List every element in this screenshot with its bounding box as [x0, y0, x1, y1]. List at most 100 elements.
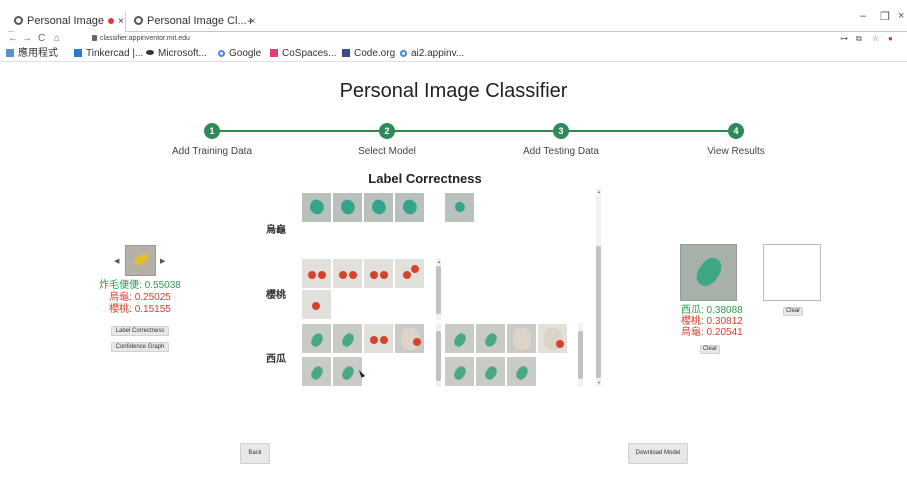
selected-test-image [680, 244, 737, 301]
apps-grid-icon [6, 49, 14, 57]
grid-image[interactable] [506, 356, 537, 387]
grid-image[interactable] [394, 258, 425, 289]
section-title: Label Correctness [368, 171, 482, 186]
back-nav-icon[interactable]: ← [8, 33, 18, 45]
key-icon[interactable]: ⊶ [840, 33, 848, 45]
bookmark-label: Microsoft... [158, 48, 207, 59]
step-3-label[interactable]: Add Testing Data [491, 146, 631, 157]
cherry-row-scrollbar[interactable] [436, 258, 441, 320]
grid-image[interactable] [394, 192, 425, 223]
bookmark-cospaces[interactable]: CoSpaces... [270, 48, 336, 60]
melon-row-scrollbar-right[interactable] [578, 323, 583, 387]
cherry-dot [411, 265, 419, 273]
scrollbar-thumb[interactable] [436, 266, 441, 314]
melon-sticker [692, 253, 726, 291]
grid-image[interactable] [475, 323, 506, 354]
step-1-label[interactable]: Add Training Data [142, 146, 282, 157]
next-image-arrow-icon[interactable]: ▶ [160, 257, 165, 265]
cherry-dot [370, 271, 378, 279]
step-3-dot[interactable]: 3 [553, 123, 569, 139]
url-text: classifier.appinventor.mit.edu [100, 35, 190, 42]
bookmark-microsoft[interactable]: Microsoft... [146, 48, 207, 60]
bookmark-label: Code.org [354, 48, 396, 59]
grid-image[interactable] [444, 323, 475, 354]
grid-image[interactable] [332, 323, 363, 354]
grid-image[interactable] [506, 323, 537, 354]
empty-image-canvas[interactable] [763, 244, 821, 301]
grid-image[interactable] [332, 192, 363, 223]
scrollbar-thumb[interactable] [596, 246, 601, 378]
page-title: Personal Image Classifier [339, 80, 568, 102]
bookmark-google[interactable]: Google [218, 48, 261, 60]
grid-image[interactable] [394, 323, 425, 354]
grid-image[interactable] [332, 258, 363, 289]
scroll-up-icon[interactable]: ▲ [437, 260, 441, 264]
cherry-dot [556, 340, 564, 348]
grid-image[interactable] [301, 289, 332, 320]
grid-image[interactable] [475, 356, 506, 387]
confidence-graph-button[interactable]: Confidence Graph [111, 342, 169, 352]
melon-row-scrollbar[interactable] [436, 323, 441, 387]
scroll-up-icon[interactable]: ▲ [597, 190, 601, 194]
cospaces-icon [270, 49, 278, 57]
bookmark-ai2[interactable]: ai2.appinv... [400, 48, 464, 60]
grid-image[interactable] [301, 356, 332, 387]
scroll-down-icon[interactable]: ▼ [597, 381, 601, 385]
back-button[interactable]: Back [240, 443, 270, 464]
new-tab-button[interactable]: + [247, 12, 254, 30]
step-1-dot[interactable]: 1 [204, 123, 220, 139]
bookmark-star-icon[interactable]: ☆ [872, 33, 879, 45]
reload-icon[interactable]: C [38, 33, 45, 45]
step-2-dot[interactable]: 2 [379, 123, 395, 139]
bookmark-tinkercad[interactable]: Tinkercad |... [74, 48, 143, 60]
turtle-sticker [339, 198, 357, 216]
grid-image[interactable] [444, 192, 475, 223]
grid-image[interactable] [301, 258, 332, 289]
grid-image[interactable] [363, 323, 394, 354]
label-correctness-button[interactable]: Label Correctness [111, 326, 169, 336]
grid-image[interactable] [444, 356, 475, 387]
grid-image[interactable] [363, 192, 394, 223]
cherry-dot [380, 336, 388, 344]
bookmark-apps[interactable]: 應用程式 [6, 48, 58, 60]
clear-canvas-button[interactable]: Clear [783, 307, 803, 316]
melon-sticker [309, 331, 325, 349]
close-window-icon[interactable]: × [898, 10, 904, 22]
restore-icon[interactable]: ❐ [880, 10, 890, 23]
turtle-sticker [308, 198, 326, 216]
hand-image [513, 328, 531, 350]
scrollbar-thumb[interactable] [436, 331, 441, 381]
forward-nav-icon[interactable]: → [22, 33, 32, 45]
grid-image[interactable] [301, 192, 332, 223]
melon-sticker [309, 364, 325, 382]
melon-sticker [483, 364, 499, 382]
scrollbar-thumb[interactable] [578, 331, 583, 379]
cherry-dot [370, 336, 378, 344]
grid-image[interactable] [537, 323, 568, 354]
tab-personal-image-active[interactable]: Personal Image × [14, 12, 126, 32]
step-2-label[interactable]: Select Model [317, 146, 457, 157]
tab-title: Personal Image [27, 15, 105, 27]
grid-image[interactable] [363, 258, 394, 289]
left-prediction-2: 烏龜: 0.25025 [109, 292, 171, 303]
tab-personal-image[interactable]: Personal Image Cl... × [134, 12, 256, 32]
bookmark-label: 應用程式 [18, 48, 58, 59]
close-tab-icon[interactable]: × [118, 16, 124, 27]
bookmark-code-org[interactable]: Code.org [342, 48, 395, 60]
main-grid-scrollbar[interactable] [596, 188, 601, 386]
tab-title: Personal Image Cl... [147, 15, 247, 27]
clear-image-button[interactable]: Clear [700, 345, 720, 354]
profile-icon[interactable]: ● [888, 33, 893, 45]
url-field[interactable]: classifier.appinventor.mit.edu [92, 33, 190, 45]
grid-image[interactable] [301, 323, 332, 354]
cherry-dot [339, 271, 347, 279]
step-4-dot[interactable]: 4 [728, 123, 744, 139]
right-prediction-1: 西瓜: 0.38088 [681, 305, 743, 316]
prev-image-arrow-icon[interactable]: ◀ [114, 257, 119, 265]
home-icon[interactable]: ⌂ [54, 33, 60, 45]
translate-icon[interactable]: ⧉ [856, 33, 862, 45]
minimize-icon[interactable]: – [860, 10, 866, 22]
download-model-button[interactable]: Download Model [628, 443, 688, 464]
turtle-sticker [370, 198, 388, 216]
step-4-label[interactable]: View Results [666, 146, 806, 157]
